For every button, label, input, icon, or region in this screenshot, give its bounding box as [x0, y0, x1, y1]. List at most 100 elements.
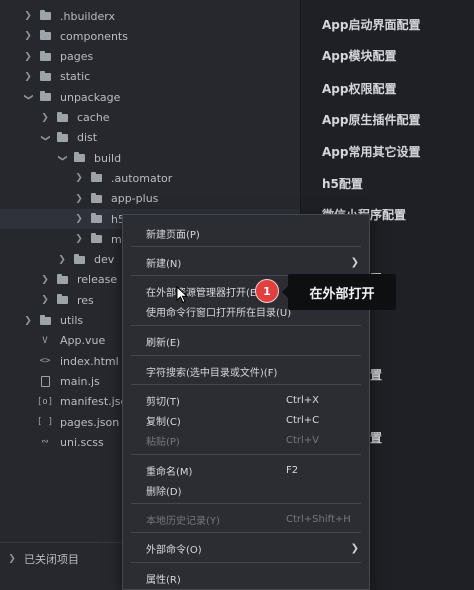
context-menu-item[interactable]: 刷新(E): [123, 331, 369, 351]
context-menu-item[interactable]: 字符搜索(选中目录或文件)(F): [123, 361, 369, 381]
menu-item-label: 使用命令行窗口打开所在目录(U): [146, 307, 292, 319]
folder-icon: [55, 273, 69, 286]
tree-item[interactable]: ❯ unpackage: [0, 87, 300, 107]
context-menu-item[interactable]: 剪切(T) Ctrl+X: [123, 390, 369, 410]
tree-item-label: .hbuilderx: [60, 9, 116, 23]
tree-item[interactable]: ❯ static: [0, 67, 300, 87]
folder-icon: [72, 253, 86, 266]
folder-icon: [72, 152, 86, 164]
chevron-right-icon[interactable]: ❯: [73, 193, 85, 205]
config-section-link[interactable]: App权限配置: [322, 80, 396, 97]
folder-icon: [38, 91, 52, 103]
closed-projects-label: 已关闭项目: [24, 553, 79, 566]
tree-item-label: dist: [77, 131, 98, 145]
menu-item-shortcut: Ctrl+V: [286, 434, 320, 446]
folder-icon: [55, 131, 69, 144]
menu-item-label: 在外部资源管理器打开(E): [146, 287, 261, 299]
tree-item-label: components: [60, 29, 128, 43]
context-menu-item[interactable]: 删除(D): [123, 480, 369, 500]
context-menu-item[interactable]: 外部命令(O) ❯: [123, 538, 369, 558]
folder-icon: [38, 10, 52, 22]
tree-item-label: utils: [60, 314, 84, 327]
chevron-right-icon[interactable]: ❯: [22, 10, 34, 22]
menu-item-shortcut: F2: [286, 464, 299, 476]
menu-separator: [131, 246, 361, 247]
folder-icon: [89, 172, 103, 184]
chevron-right-icon[interactable]: ❯: [39, 294, 51, 306]
context-menu-item[interactable]: 属性(R): [123, 568, 369, 588]
menu-separator: [131, 532, 361, 533]
context-menu-item[interactable]: 新建(N) ❯: [123, 252, 369, 272]
tree-item-label: .automator: [111, 171, 173, 185]
chevron-right-icon[interactable]: ❯: [22, 30, 34, 42]
config-section-link[interactable]: App模块配置: [322, 47, 396, 64]
tree-item[interactable]: ❯ components: [0, 26, 300, 46]
chevron-down-icon[interactable]: ❯: [22, 91, 34, 103]
tree-item-label: App.vue: [60, 334, 106, 348]
chevron-right-icon[interactable]: ❯: [39, 274, 51, 286]
chevron-right-icon[interactable]: ❯: [73, 172, 85, 184]
chevron-right-icon[interactable]: ❯: [56, 254, 68, 266]
chevron-right-icon[interactable]: ❯: [22, 51, 34, 63]
menu-item-label: 属性(R): [146, 574, 181, 586]
tree-item-label: main.js: [60, 374, 100, 388]
menu-item-label: 新建(N): [146, 258, 182, 270]
folder-icon: [89, 192, 103, 205]
folder-icon: [38, 50, 52, 63]
folder-icon: [55, 111, 69, 124]
chevron-right-icon[interactable]: ❯: [73, 233, 85, 245]
config-section-link[interactable]: App启动界面配置: [322, 16, 420, 33]
menu-separator: [131, 355, 361, 356]
folder-icon: [55, 294, 69, 306]
menu-item-shortcut: Ctrl+Shift+H: [286, 513, 351, 525]
tree-item[interactable]: ❯ .hbuilderx: [0, 6, 300, 26]
tree-item-label: pages: [60, 50, 94, 64]
tree-item-label: uni.scss: [60, 435, 104, 449]
menu-item-shortcut: Ctrl+C: [286, 414, 320, 426]
tree-item[interactable]: ❯ .automator: [0, 168, 300, 188]
menu-item-label: 外部命令(O): [146, 544, 202, 556]
config-section-link[interactable]: App原生插件配置: [322, 111, 420, 128]
tree-item[interactable]: ❯ cache: [0, 108, 300, 128]
folder-icon: [89, 213, 103, 225]
tree-item-label: unpackage: [60, 90, 121, 104]
chevron-right-icon[interactable]: ❯: [39, 112, 51, 124]
chevron-right-icon: ❯: [8, 554, 16, 564]
closed-projects-toggle[interactable]: ❯ 已关闭项目: [6, 551, 79, 567]
tree-item[interactable]: ❯ build: [0, 148, 300, 168]
context-menu-item[interactable]: 新建页面(P): [123, 223, 369, 243]
tree-item[interactable]: ❯ dist: [0, 128, 300, 148]
tree-item-label: pages.json: [60, 415, 120, 429]
menu-item-label: 字符搜索(选中目录或文件)(F): [146, 367, 278, 379]
context-menu-item[interactable]: 复制(C) Ctrl+C: [123, 410, 369, 430]
chevron-right-icon[interactable]: ❯: [22, 71, 34, 83]
file-icon: [38, 375, 52, 387]
step-number: 1: [263, 284, 271, 298]
menu-item-label: 新建页面(P): [146, 229, 200, 241]
context-menu-item[interactable]: 重命名(M) F2: [123, 460, 369, 480]
tree-item-label: res: [77, 293, 94, 307]
menu-item-label: 剪切(T): [146, 396, 180, 408]
chevron-right-icon[interactable]: ❯: [22, 315, 34, 327]
tree-item[interactable]: ❯ app-plus: [0, 189, 300, 209]
menu-separator: [131, 503, 361, 504]
vue-file-icon: V: [42, 335, 48, 346]
config-section-link[interactable]: App常用其它设置: [322, 143, 420, 160]
tree-item[interactable]: ❯ pages: [0, 47, 300, 67]
tree-item-label: release: [77, 273, 118, 287]
chevron-down-icon[interactable]: ❯: [39, 132, 51, 144]
config-section-link[interactable]: h5配置: [322, 175, 363, 192]
json-file-icon: [o]: [36, 396, 54, 407]
submenu-arrow-icon: ❯: [350, 542, 359, 554]
chevron-down-icon[interactable]: ❯: [56, 152, 68, 164]
folder-icon: [38, 30, 52, 42]
mouse-cursor-icon: [176, 286, 189, 304]
json-file-icon: [ ]: [36, 417, 54, 427]
chevron-right-icon[interactable]: ❯: [73, 213, 85, 225]
context-menu-item: 本地历史记录(Y) Ctrl+Shift+H: [123, 509, 369, 529]
menu-separator: [131, 325, 361, 326]
menu-item-label: 重命名(M): [146, 466, 193, 478]
